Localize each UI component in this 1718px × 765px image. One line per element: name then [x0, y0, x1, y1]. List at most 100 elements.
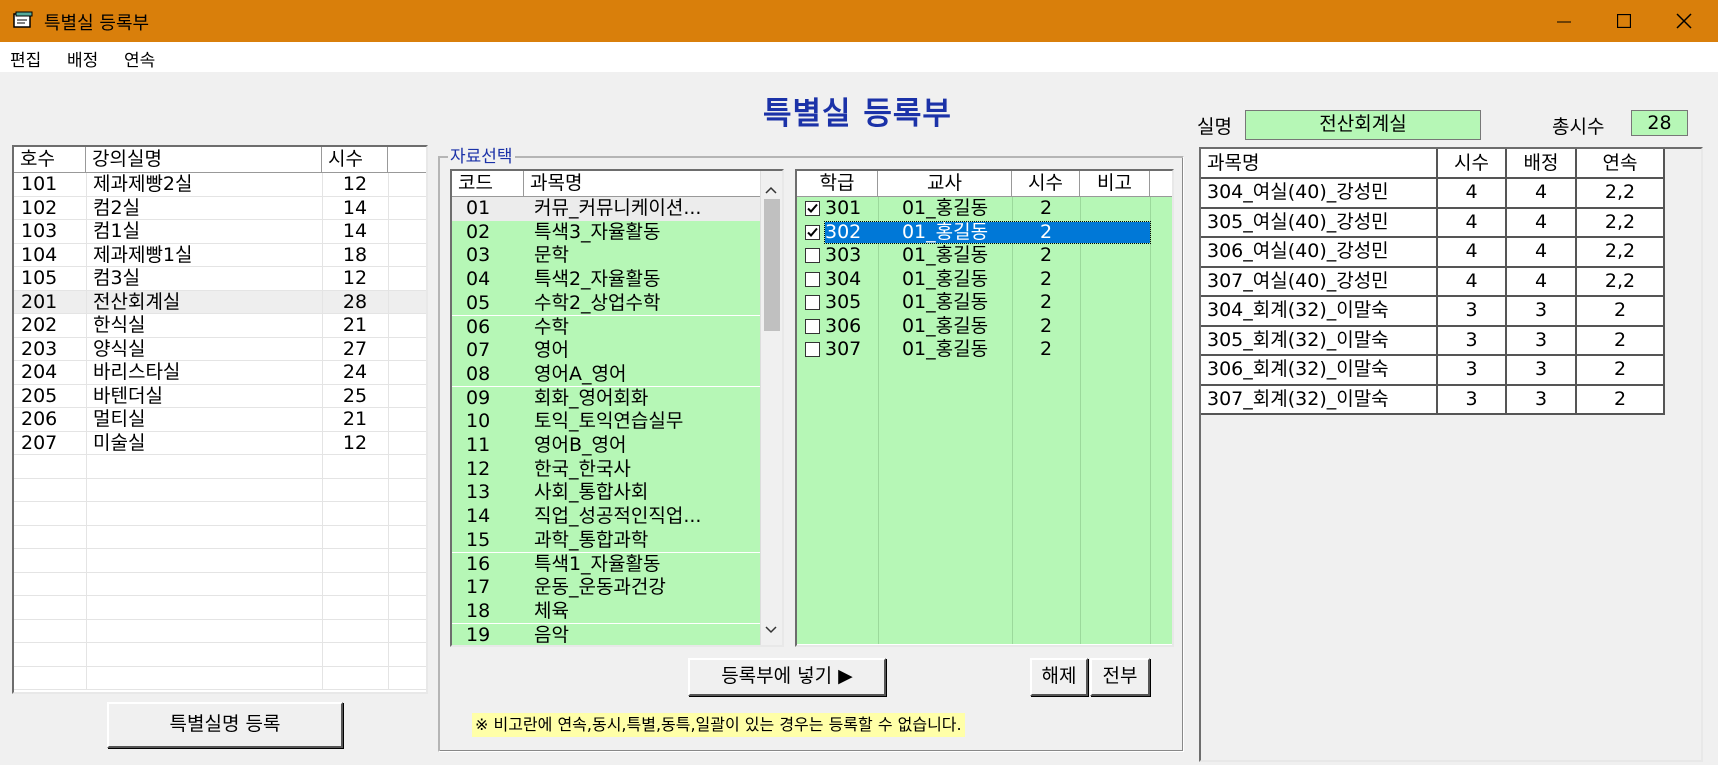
menu-continuous[interactable]: 연속 [124, 46, 155, 71]
subject-row[interactable]: 18 체육 [452, 599, 760, 624]
room-row[interactable]: 103 컴1실 14 [14, 220, 426, 244]
subject-row[interactable]: 17 운동_운동과건강 [452, 576, 760, 600]
subject-header-code[interactable]: 코드 [452, 171, 524, 197]
subject-code: 07 [466, 339, 491, 362]
room-blank [388, 244, 426, 268]
class-row[interactable]: 306 01_홍길동 2 [797, 314, 1172, 338]
class-header-hours[interactable]: 시수 [1012, 171, 1080, 197]
room-row[interactable]: 206 멀티실 21 [14, 408, 426, 432]
subject-row[interactable]: 16 특색1_자율활동 [452, 552, 760, 576]
subject-row[interactable]: 08 영어A_영어 [452, 362, 760, 387]
subject-row[interactable]: 03 문학 [452, 244, 760, 268]
subject-row[interactable]: 10 토익_토익연습실무 [452, 410, 760, 434]
room-number: 102 [21, 196, 58, 219]
room-row[interactable]: 201 전산회계실 28 [14, 290, 426, 314]
maximize-button[interactable] [1594, 0, 1654, 42]
subject-row[interactable]: 13 사회_통합사회 [452, 481, 760, 505]
subject-scroll-thumb[interactable] [764, 199, 780, 331]
subject-row[interactable]: 15 과학_통합과학 [452, 528, 760, 553]
subject-row[interactable]: 12 한국_한국사 [452, 457, 760, 482]
total-hours-label: 총시수 [1552, 116, 1605, 138]
room-name-field[interactable]: 전산회계실 [1245, 110, 1481, 140]
total-hours-field[interactable]: 28 [1631, 110, 1688, 136]
class-row[interactable]: 303 01_홍길동 2 [797, 244, 1172, 268]
class-checkbox[interactable] [805, 318, 820, 334]
room-hours: 25 [342, 384, 368, 407]
room-number [14, 502, 86, 526]
room-header-number[interactable]: 호수 [14, 147, 86, 173]
class-header-note[interactable]: 비고 [1080, 171, 1150, 197]
room-row[interactable]: 207 미술실 12 [14, 431, 426, 455]
subject-row[interactable]: 02 특색3_자율활동 [452, 220, 760, 245]
room-row[interactable]: 105 컴3실 12 [14, 267, 426, 291]
room-hours [322, 526, 388, 550]
room-header-blank [388, 147, 426, 173]
room-hours: 12 [342, 267, 368, 289]
close-button[interactable] [1654, 0, 1714, 42]
room-row[interactable]: 203 양식실 27 [14, 337, 426, 361]
room-header-name[interactable]: 강의실명 [86, 147, 322, 173]
subject-row[interactable]: 11 영어B_영어 [452, 434, 760, 458]
class-teacher: 01_홍길동 [901, 338, 989, 360]
subject-row[interactable]: 14 직업_성공적인직업... [452, 505, 760, 529]
room-blank [388, 408, 426, 432]
subject-code: 10 [466, 410, 491, 433]
room-row[interactable]: 202 한식실 21 [14, 314, 426, 338]
release-button[interactable]: 해제 [1030, 658, 1088, 696]
subject-row[interactable]: 19 음악 [452, 623, 760, 645]
subject-header-name[interactable]: 과목명 [524, 171, 762, 197]
notice-text: ※ 비고란에 연속,동시,특별,동특,일괄이 있는 경우는 등록할 수 없습니다… [472, 713, 965, 737]
class-checkbox[interactable] [805, 271, 820, 287]
insert-register-button[interactable]: 등록부에 넣기 ▶ [688, 658, 886, 696]
class-checkbox[interactable] [805, 295, 820, 310]
class-checkbox[interactable] [805, 201, 820, 216]
room-row[interactable]: 204 바리스타실 24 [14, 361, 426, 385]
minimize-icon [1557, 14, 1571, 28]
room-blank [388, 479, 426, 503]
room-number [14, 667, 86, 691]
class-header-class[interactable]: 학급 [797, 171, 878, 197]
subject-row[interactable]: 05 수학2_상업수학 [452, 291, 760, 316]
subject-row[interactable]: 07 영어 [452, 339, 760, 363]
menu-edit[interactable]: 편집 [10, 46, 41, 71]
class-row[interactable]: 301 01_홍길동 2 [797, 197, 1172, 221]
data-select-label: 자료선택 [448, 142, 515, 167]
room-row[interactable]: 102 컴2실 14 [14, 196, 426, 220]
class-row [797, 620, 1172, 644]
room-list[interactable]: 호수 강의실명 시수 101 제과제빵2실 12 102 컴2실 14 103 컴1실 14 10… [12, 145, 428, 694]
register-header-subject[interactable]: 과목명 [1201, 149, 1438, 179]
subject-row[interactable]: 01 커뮤_커뮤니케이션... [452, 197, 760, 221]
class-list[interactable]: 학급 교사 시수 비고 301 01_홍길동 2 302 01_홍길동 2 303 01_홍길… [795, 169, 1174, 647]
subject-list[interactable]: 코드 과목명 01 커뮤_커뮤니케이션... 02 특색3_자율활동 03 문학 04 특색2… [450, 169, 784, 647]
subject-row[interactable]: 04 특색2_자율활동 [452, 268, 760, 292]
class-checkbox[interactable] [805, 248, 820, 263]
class-header-teacher[interactable]: 교사 [878, 171, 1012, 197]
class-row[interactable]: 302 01_홍길동 2 [797, 220, 1172, 244]
subject-row[interactable]: 06 수학 [452, 315, 760, 339]
subject-row[interactable]: 09 회화_영어회화 [452, 386, 760, 411]
room-row[interactable]: 104 제과제빵1실 18 [14, 243, 426, 268]
class-row[interactable]: 307 01_홍길동 2 [797, 338, 1172, 362]
register-hours: 3 [1438, 326, 1507, 356]
register-room-button[interactable]: 특별실명 등록 [107, 702, 343, 748]
class-row[interactable]: 305 01_홍길동 2 [797, 291, 1172, 315]
subject-scrollbar[interactable] [760, 171, 782, 645]
menu-assign[interactable]: 배정 [67, 46, 98, 71]
room-row[interactable]: 101 제과제빵2실 12 [14, 173, 426, 197]
register-header-assigned[interactable]: 배정 [1507, 149, 1577, 179]
class-checkbox[interactable] [805, 342, 820, 357]
scroll-up-icon[interactable] [765, 177, 777, 199]
room-header-hours[interactable]: 시수 [322, 147, 388, 173]
class-row [797, 361, 1172, 385]
minimize-button[interactable] [1534, 0, 1594, 42]
class-row[interactable]: 304 01_홍길동 2 [797, 267, 1172, 291]
register-header-hours[interactable]: 시수 [1438, 149, 1507, 179]
scroll-down-icon[interactable] [765, 617, 777, 639]
room-row[interactable]: 205 바텐더실 25 [14, 384, 426, 408]
register-subject: 306_여실(40)_강성민 [1201, 238, 1438, 268]
class-checkbox[interactable] [805, 224, 820, 240]
subject-name: 사회_통합사회 [534, 481, 649, 504]
select-all-button[interactable]: 전부 [1090, 658, 1150, 696]
title-bar: 특별실 등록부 [0, 0, 1718, 42]
register-header-continuous[interactable]: 연속 [1577, 149, 1665, 179]
